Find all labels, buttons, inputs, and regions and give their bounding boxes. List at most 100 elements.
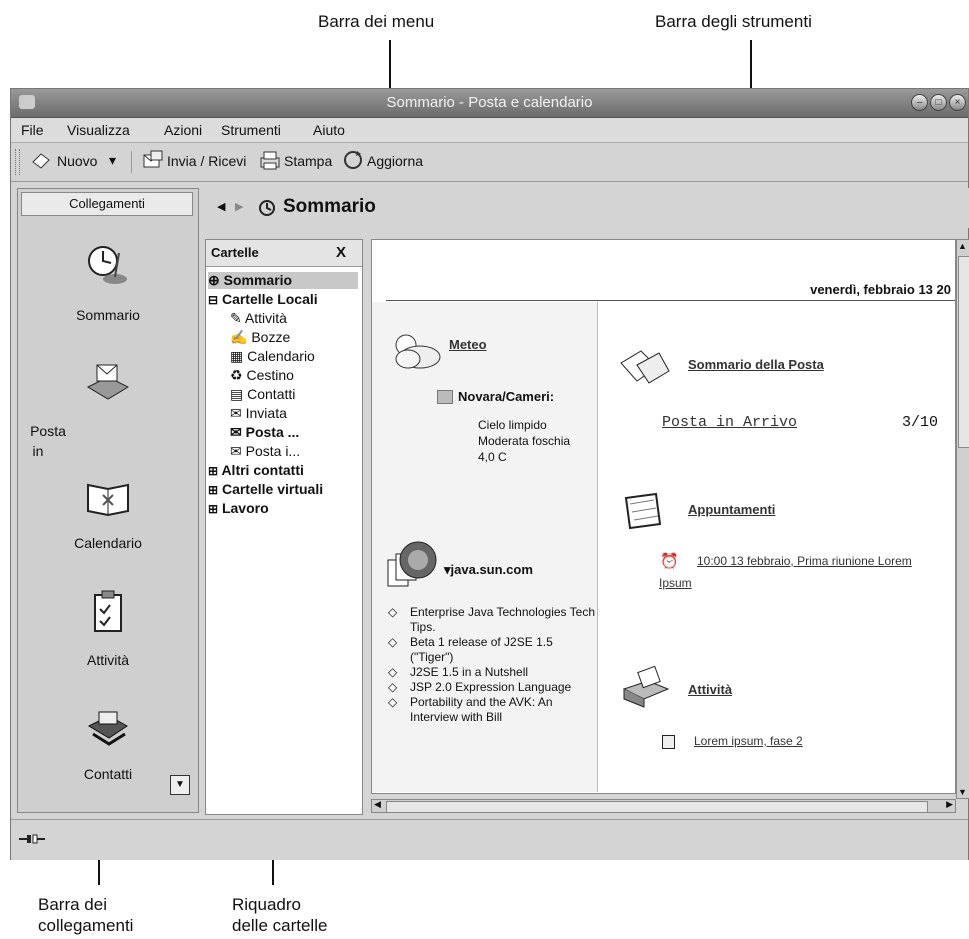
drafts-folder-icon: ✍ xyxy=(230,329,248,345)
weather-link[interactable]: Meteo xyxy=(449,337,487,352)
trash-folder-icon: ♻ xyxy=(230,367,243,383)
menu-view[interactable]: Visualizza xyxy=(67,122,130,138)
bullet-icon: ◇ xyxy=(388,680,398,694)
tree-row-inbox[interactable]: ✉ Posta ... xyxy=(230,424,299,441)
bullet-icon: ◇ xyxy=(388,605,398,619)
tree-label: Cartelle Locali xyxy=(221,291,318,307)
new-button[interactable]: Nuovo xyxy=(57,153,97,169)
expand-icon[interactable]: ⊞ xyxy=(208,502,218,516)
summary-date: venerdì, febbraio 13 20 xyxy=(810,282,951,297)
send-receive-button[interactable]: Invia / Ricevi xyxy=(167,153,246,169)
appointment-item[interactable]: 10:00 13 febbraio, Prima riunione Lorem xyxy=(697,554,912,568)
tree-row-other-contacts[interactable]: ⊞ Altri contatti xyxy=(208,462,304,478)
scroll-right-icon[interactable]: ▶ xyxy=(946,799,953,810)
tree-row-summary[interactable]: ⊕ Sommario xyxy=(208,272,358,289)
toolbar-grip[interactable] xyxy=(15,149,20,175)
callout-shortcut-bar-line2: collegamenti xyxy=(38,916,134,935)
news-item-text: JSP 2.0 Expression Language xyxy=(410,680,572,694)
expand-icon[interactable]: ⊞ xyxy=(208,483,218,497)
menu-help[interactable]: Aiuto xyxy=(313,122,345,138)
weather-desc-1: Cielo limpido xyxy=(478,418,547,432)
appointments-icon xyxy=(624,492,662,530)
forward-arrow-icon[interactable]: ▶ xyxy=(235,200,243,213)
tree-row-local-folders[interactable]: ⊟ Cartelle Locali xyxy=(208,291,318,307)
tree-row-work[interactable]: ⊞ Lavoro xyxy=(208,500,269,516)
weather-location: Novara/Cameri: xyxy=(458,389,555,404)
print-button[interactable]: Stampa xyxy=(284,153,332,169)
mail-summary-link[interactable]: Sommario della Posta xyxy=(688,357,824,372)
shortcut-calendar-label[interactable]: Calendario xyxy=(18,535,198,551)
shortcut-summary-label[interactable]: Sommario xyxy=(18,307,198,323)
news-item[interactable]: ◇ JSP 2.0 Expression Language xyxy=(386,680,596,695)
horizontal-scrollbar[interactable]: ◀ ▶ xyxy=(371,799,956,813)
tree-label: Altri contatti xyxy=(221,462,304,478)
tree-row-tasks[interactable]: ✎ Attività xyxy=(230,310,287,327)
tree-row-outbox[interactable]: ✉ Posta i... xyxy=(230,443,300,460)
close-icon[interactable]: × xyxy=(949,94,966,111)
tasks-summary-icon xyxy=(622,665,670,708)
menu-tools[interactable]: Strumenti xyxy=(221,122,281,138)
task-checkbox-icon[interactable] xyxy=(662,735,675,749)
status-bar xyxy=(11,819,968,860)
bullet-icon: ◇ xyxy=(388,635,398,649)
tree-row-contacts[interactable]: ▤ Contatti xyxy=(230,386,295,403)
tree-label: Inviata xyxy=(245,405,287,421)
tree-row-virtual-folders[interactable]: ⊞ Cartelle virtuali xyxy=(208,481,323,497)
refresh-button[interactable]: Aggiorna xyxy=(367,153,423,169)
weather-desc-2: Moderata foschia xyxy=(478,434,571,448)
tasks-icon[interactable] xyxy=(83,589,133,635)
tree-row-trash[interactable]: ♻ Cestino xyxy=(230,367,294,384)
appointment-item-cont[interactable]: Ipsum xyxy=(659,576,692,590)
tree-label: Bozze xyxy=(251,329,291,345)
clock-icon[interactable] xyxy=(83,241,133,287)
maximize-icon[interactable]: □ xyxy=(930,94,947,111)
callout-menubar: Barra dei menu xyxy=(318,12,435,31)
title-bar: Sommario - Posta e calendario – □ × xyxy=(11,89,968,118)
collapse-icon[interactable]: ⊟ xyxy=(208,293,218,307)
appointments-link[interactable]: Appuntamenti xyxy=(688,502,775,517)
tree-row-sent[interactable]: ✉ Inviata xyxy=(230,405,287,422)
inbox-link[interactable]: Posta in Arrivo xyxy=(662,414,797,431)
shortcut-tasks-label[interactable]: Attività xyxy=(18,652,198,668)
shortcut-inbox-label[interactable]: Posta in xyxy=(0,421,138,461)
news-item-text: Enterprise Java Technologies Tech Tips. xyxy=(410,605,596,634)
folder-pane-title: Cartelle xyxy=(211,245,259,260)
news-item[interactable]: ◇ Portability and the AVK: An Interview w… xyxy=(386,695,596,725)
task-item[interactable]: Lorem ipsum, fase 2 xyxy=(694,734,803,748)
tree-label: Sommario xyxy=(223,272,293,288)
tree-label: Cartelle virtuali xyxy=(221,481,324,497)
shortcut-scroll-down-button[interactable]: ▼ xyxy=(170,775,190,795)
weather-icon xyxy=(395,334,441,369)
shortcuts-header-button[interactable]: Collegamenti xyxy=(21,192,193,216)
tree-row-calendar[interactable]: ▦ Calendario xyxy=(230,348,315,365)
menu-file[interactable]: File xyxy=(21,122,44,138)
contacts-icon[interactable] xyxy=(83,704,133,750)
news-feed-icon xyxy=(387,541,437,587)
weather-temp: 4,0 C xyxy=(478,450,507,464)
window-title: Sommario - Posta e calendario xyxy=(386,94,593,111)
folder-pane-close-button[interactable]: X xyxy=(336,244,346,261)
minimize-icon[interactable]: – xyxy=(911,94,928,111)
expand-icon[interactable]: ⊞ xyxy=(208,464,218,478)
mail-icon[interactable] xyxy=(83,359,133,405)
news-item-text: Portability and the AVK: An Interview wi… xyxy=(410,695,553,724)
scroll-thumb[interactable] xyxy=(958,256,969,448)
calendar-icon[interactable] xyxy=(83,475,133,521)
menu-actions[interactable]: Azioni xyxy=(164,122,202,138)
scroll-down-icon[interactable]: ▼ xyxy=(958,787,967,797)
news-item[interactable]: ◇ J2SE 1.5 in a Nutshell xyxy=(386,665,596,680)
back-arrow-icon[interactable]: ◀ xyxy=(217,200,225,213)
news-item[interactable]: ◇ Enterprise Java Technologies Tech Tips. xyxy=(386,605,596,635)
news-feed-title[interactable]: ▾java.sun.com xyxy=(444,562,533,578)
contacts-folder-icon: ▤ xyxy=(230,386,244,402)
page-title: Sommario xyxy=(283,196,376,217)
vertical-scrollbar[interactable]: ▲ ▼ xyxy=(956,239,969,799)
tree-row-drafts[interactable]: ✍ Bozze xyxy=(230,329,290,346)
news-list: ◇ Enterprise Java Technologies Tech Tips.… xyxy=(386,605,596,725)
news-item[interactable]: ◇ Beta 1 release of J2SE 1.5 ("Tiger") xyxy=(386,635,596,665)
tasks-summary-link[interactable]: Attività xyxy=(688,682,732,697)
hscroll-thumb[interactable] xyxy=(386,801,928,813)
scroll-up-icon[interactable]: ▲ xyxy=(958,241,967,251)
new-dropdown-icon[interactable]: ▾ xyxy=(109,152,116,169)
scroll-left-icon[interactable]: ◀ xyxy=(374,799,381,810)
